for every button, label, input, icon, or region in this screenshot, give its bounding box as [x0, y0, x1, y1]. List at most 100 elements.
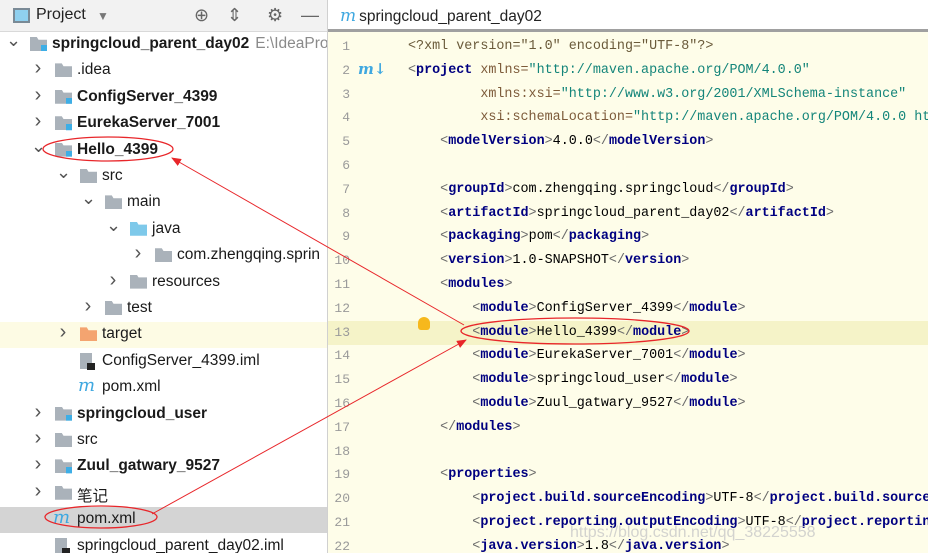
chevron-down-icon[interactable]: ⌄: [81, 188, 96, 209]
code-line[interactable]: 17 </modules>: [328, 416, 928, 440]
tree-item[interactable]: ⌄ springcloud_parent_day02 E:\IdeaPro: [0, 30, 328, 58]
project-view-selector[interactable]: Project: [36, 6, 86, 24]
tree-item[interactable]: springcloud_parent_day02.iml: [0, 534, 327, 553]
code-token-tag: module: [633, 324, 682, 340]
chevron-right-icon[interactable]: ›: [81, 295, 95, 318]
code-line[interactable]: 3 xmlns:xsi="http://www.w3.org/2001/XMLS…: [328, 83, 928, 107]
tree-item-label: pom.xml: [77, 510, 136, 528]
tree-item[interactable]: › target: [0, 321, 327, 349]
chevron-right-icon[interactable]: ›: [131, 242, 145, 265]
chevron-right-icon[interactable]: ›: [106, 269, 120, 292]
code-token-br: <: [408, 181, 449, 197]
code-line[interactable]: 8 <artifactId>springcloud_parent_day02</…: [328, 202, 928, 226]
chevron-down-icon[interactable]: ▼: [97, 9, 109, 23]
line-number: 22: [334, 538, 350, 554]
code-line[interactable]: 18: [328, 440, 928, 464]
code-line[interactable]: 14 <module>EurekaServer_7001</module>: [328, 344, 928, 368]
chevron-down-icon[interactable]: ⌄: [6, 30, 21, 51]
tree-item[interactable]: › ConfigServer_4399: [0, 84, 327, 111]
locate-icon[interactable]: ⊕: [194, 5, 209, 26]
tree-item[interactable]: › 笔记: [0, 480, 327, 507]
tab-pom-xml[interactable]: m springcloud_parent_day02: [328, 0, 554, 29]
code-token-br: >: [512, 419, 521, 435]
tree-item[interactable]: › springcloud_user: [0, 401, 327, 428]
tree-item[interactable]: ⌄ src: [0, 162, 327, 190]
tree-item[interactable]: m pom.xml: [0, 375, 327, 401]
tree-item[interactable]: › src: [0, 427, 327, 454]
code-token-attr: xmlns=: [472, 62, 529, 78]
code-token-tag: version: [625, 253, 682, 269]
code-token-br: </: [753, 491, 770, 507]
code-editor[interactable]: 1 <?xml version="1.0" encoding="UTF-8"?> 2…: [328, 35, 928, 554]
tree-item[interactable]: ⌄ java: [0, 215, 327, 243]
code-token-tag: module: [689, 348, 738, 364]
code-token-tag: groupId: [448, 181, 505, 197]
code-line[interactable]: 15 <module>springcloud_user</module>: [328, 368, 928, 392]
tree-item-label: Hello_4399: [77, 140, 158, 158]
chevron-down-icon[interactable]: ⌄: [106, 215, 121, 236]
code-line[interactable]: 20 <project.build.sourceEncoding>UTF-8</…: [328, 487, 928, 511]
code-line[interactable]: 9 <packaging>pom</packaging>: [328, 225, 928, 249]
code-line[interactable]: 11 <modules>: [328, 273, 928, 297]
code-line[interactable]: 19 <properties>: [328, 463, 928, 487]
tree-item[interactable]: › EurekaServer_7001: [0, 110, 327, 137]
code-line[interactable]: 6: [328, 154, 928, 178]
code-token-br: >: [528, 467, 537, 483]
code-token-br: <: [408, 538, 481, 554]
chevron-right-icon[interactable]: ›: [31, 427, 45, 450]
code-line[interactable]: 12 <module>ConfigServer_4399</module>: [328, 297, 928, 321]
tree-item[interactable]: › com.zhengqing.sprin: [0, 242, 327, 269]
code-line[interactable]: 7 <groupId>com.zhengqing.springcloud</gr…: [328, 178, 928, 202]
chevron-right-icon[interactable]: ›: [31, 480, 45, 503]
tree-item-label: pom.xml: [102, 378, 161, 396]
tree-item-label: java: [152, 219, 181, 237]
tree-item[interactable]: ⌄ Hello_4399: [0, 136, 327, 164]
line-number: 4: [342, 110, 350, 126]
code-token-br: >: [528, 205, 537, 221]
tree-item[interactable]: m pom.xml: [0, 507, 327, 534]
maven-gutter-icon[interactable]: m↓: [358, 60, 386, 78]
chevron-down-icon[interactable]: ⌄: [31, 136, 46, 157]
minimize-icon[interactable]: —: [301, 5, 319, 26]
code-line[interactable]: 16 <module>Zuul_gatwary_9527</module>: [328, 392, 928, 416]
code-token-tag: project.reportin: [801, 515, 928, 530]
code-token-tag: properties: [448, 467, 529, 483]
code-token-br: </: [616, 324, 634, 340]
lightbulb-icon[interactable]: [418, 317, 430, 330]
tree-item-label: com.zhengqing.sprin: [177, 246, 321, 264]
tree-item-label: test: [127, 299, 152, 316]
chevron-right-icon[interactable]: ›: [56, 321, 70, 344]
code-line[interactable]: 1 <?xml version="1.0" encoding="UTF-8"?>: [328, 35, 928, 59]
editor-panel: m springcloud_parent_day02 1 <?xml version…: [328, 0, 928, 554]
project-path: E:\IdeaPro: [255, 35, 328, 52]
tree-item[interactable]: › test: [0, 295, 327, 322]
tree-item-label: springcloud_user: [77, 404, 208, 422]
code-token-br: >: [785, 181, 794, 197]
collapse-all-icon[interactable]: ⇕: [227, 5, 242, 26]
tree-item[interactable]: ⌄ main: [0, 188, 327, 216]
chevron-right-icon[interactable]: ›: [31, 84, 45, 107]
chevron-right-icon[interactable]: ›: [31, 401, 45, 424]
code-line[interactable]: 5 <modelVersion>4.0.0</modelVersion>: [328, 130, 928, 154]
code-token-br: >: [705, 134, 714, 150]
chevron-right-icon[interactable]: ›: [31, 57, 45, 80]
line-number: 6: [342, 158, 350, 173]
code-line[interactable]: 10 <version>1.0-SNAPSHOT</version>: [328, 249, 928, 273]
gear-icon[interactable]: ⚙: [267, 5, 283, 26]
line-number: 1: [342, 39, 350, 54]
chevron-right-icon[interactable]: ›: [31, 453, 45, 476]
code-line[interactable]: 2 <project xmlns="http://maven.apache.org…: [328, 59, 928, 83]
chevron-down-icon[interactable]: ⌄: [56, 162, 71, 183]
tree-item[interactable]: ConfigServer_4399.iml: [0, 349, 327, 375]
chevron-right-icon[interactable]: ›: [31, 110, 45, 133]
tree-item[interactable]: › resources: [0, 269, 327, 296]
code-token-br: <: [408, 467, 449, 483]
tree-item-label: springcloud_parent_day02.iml: [77, 536, 284, 553]
code-token-txt: pom: [528, 229, 553, 245]
tree-item[interactable]: › .idea: [0, 57, 327, 84]
code-token-br: </: [592, 134, 609, 150]
code-token-br: >: [737, 396, 746, 411]
tree-item[interactable]: › Zuul_gatwary_9527: [0, 453, 327, 480]
folder-icon: [130, 221, 147, 236]
code-line[interactable]: 4 xsi:schemaLocation="http://maven.apach…: [328, 106, 928, 130]
